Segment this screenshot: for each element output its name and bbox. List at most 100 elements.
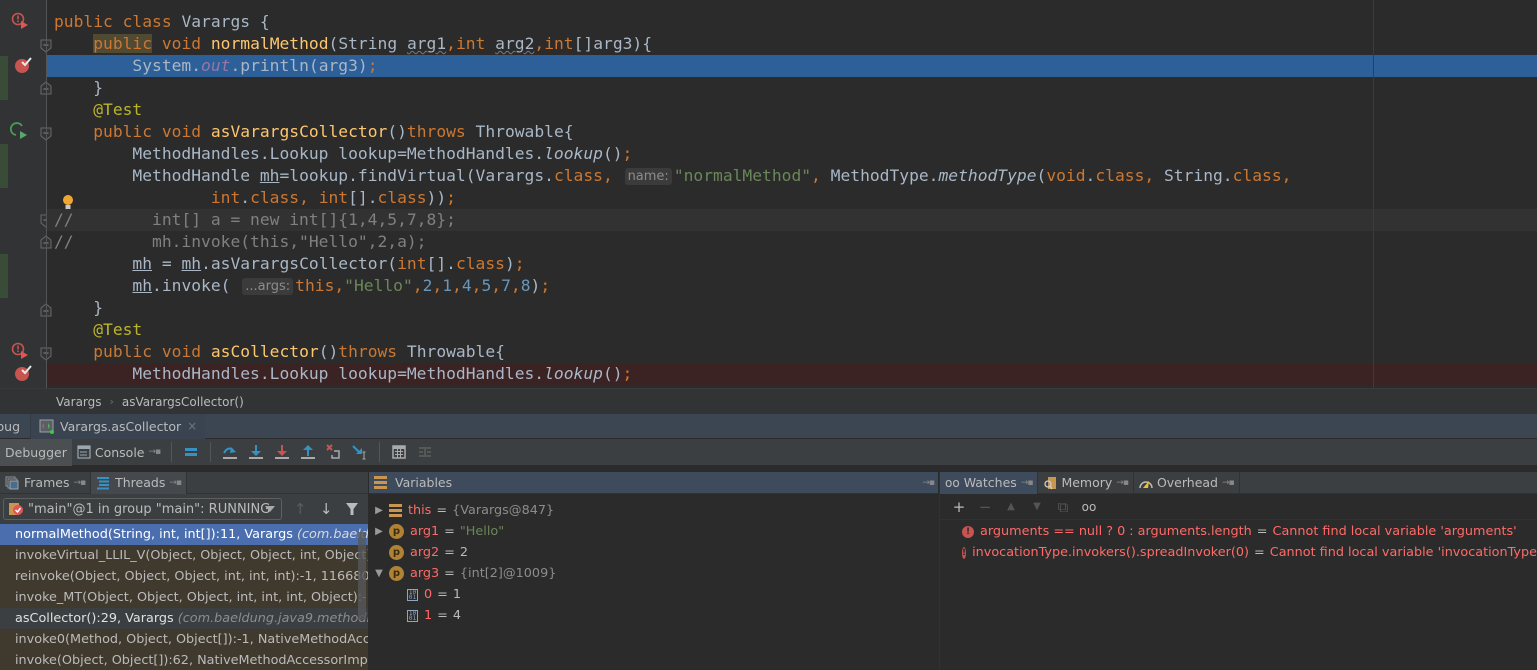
code-token: int — [397, 254, 427, 273]
parameter-icon: p — [389, 566, 404, 581]
frame-row[interactable]: invoke_MT(Object, Object, Object, int, i… — [0, 587, 368, 608]
variable-row[interactable]: ▼ p arg3 = {int[2]@1009} — [369, 563, 938, 584]
frames-header: Frames →▪ Threads →▪ — [0, 472, 368, 494]
code-line[interactable]: int.class, int[].class)); — [47, 187, 1537, 209]
expand-arrow-icon[interactable]: ▶ — [369, 521, 389, 542]
frame-row[interactable]: invoke0(Method, Object, Object[]):-1, Na… — [0, 629, 368, 650]
tab-overhead[interactable]: Overhead →▪ — [1134, 471, 1240, 494]
thread-selector-dropdown[interactable]: "main"@1 in group "main": RUNNING — [3, 498, 283, 520]
code-line[interactable]: public void asCollector()throws Throwabl… — [47, 341, 1537, 363]
watches-list[interactable]: ! arguments == null ? 0 : arguments.lengt… — [940, 520, 1537, 563]
variable-row[interactable]: ▶ p arg1 = "Hello" — [369, 521, 938, 542]
breadcrumb-method[interactable]: asVarargsCollector() — [122, 395, 244, 409]
remove-watch-button[interactable]: − — [972, 496, 998, 518]
tab-threads[interactable]: Threads →▪ — [91, 472, 187, 494]
variables-tree[interactable]: ▶ this = {Varargs@847} ▶ p arg1 = "Hello" p arg2 = 2… — [369, 494, 938, 626]
toolbar-separator — [210, 442, 212, 462]
code-line[interactable]: } — [47, 77, 1537, 99]
tab-frames[interactable]: Frames →▪ — [0, 472, 92, 494]
editor-gutter[interactable] — [0, 0, 73, 388]
equals-sign: = — [437, 608, 448, 623]
code-token: out — [201, 56, 231, 75]
move-up-button[interactable]: ▲ — [998, 496, 1024, 518]
step-into-button[interactable] — [243, 441, 269, 463]
next-frame-button[interactable]: ↓ — [313, 498, 339, 520]
breakpoint-line[interactable]: MethodHandles.Lookup lookup=MethodHandle… — [47, 363, 1537, 385]
code-line[interactable]: MethodHandles.Lookup lookup=MethodHandle… — [47, 143, 1537, 165]
watch-row[interactable]: ! invocationType.invokers().spreadInvoker… — [940, 542, 1537, 563]
variable-row[interactable]: p arg2 = 2 — [369, 542, 938, 563]
threads-icon — [97, 476, 110, 489]
frame-row[interactable]: invoke(Object, Object[]):62, NativeMetho… — [0, 650, 368, 670]
code-editor[interactable]: public class Varargs { public void norma… — [0, 0, 1537, 388]
move-down-button[interactable]: ▼ — [1024, 496, 1050, 518]
watch-row[interactable]: ! arguments == null ? 0 : arguments.lengt… — [940, 521, 1537, 542]
duplicate-watch-button[interactable]: ⧉ — [1050, 496, 1076, 518]
code-line[interactable]: mh = mh.asVarargsCollector(int[].class); — [47, 253, 1537, 275]
code-line[interactable]: @Test — [47, 319, 1537, 341]
pin-icon[interactable]: →▪ — [1021, 478, 1034, 488]
debug-session-tab[interactable]: Varargs.asCollector × — [30, 413, 206, 439]
add-watch-button[interactable]: + — [946, 496, 972, 518]
code-token: arg2 — [495, 34, 535, 53]
tab-memory[interactable]: Memory →▪ — [1038, 471, 1134, 494]
show-watches-button[interactable]: oo — [1076, 496, 1102, 518]
pin-icon[interactable]: →▪ — [149, 447, 162, 457]
variable-row[interactable]: ▶ this = {Varargs@847} — [369, 500, 938, 521]
variable-row[interactable]: 10 01 0 = 1 — [369, 584, 938, 605]
drop-frame-button[interactable] — [321, 441, 347, 463]
pin-icon[interactable]: →▪ — [1116, 478, 1129, 488]
tab-watches[interactable]: oo Watches →▪ — [940, 471, 1039, 494]
force-step-into-button[interactable] — [269, 441, 295, 463]
evaluate-expression-button[interactable] — [386, 441, 412, 463]
pin-icon[interactable]: →▪ — [73, 478, 86, 488]
code-token: ; — [446, 188, 456, 207]
pin-icon[interactable]: →▪ — [1222, 478, 1235, 488]
breadcrumb-class[interactable]: Varargs — [56, 395, 102, 409]
tab-watches-label: Watches — [963, 475, 1017, 490]
previous-frame-button[interactable]: ↑ — [287, 498, 313, 520]
trace-button[interactable] — [412, 441, 438, 463]
expand-arrow-icon[interactable]: ▶ — [369, 500, 389, 521]
code-line[interactable]: public class Varargs { — [47, 11, 1537, 33]
run-test-icon[interactable] — [10, 122, 28, 140]
run-to-cursor-button[interactable] — [347, 441, 373, 463]
code-line[interactable]: mh.invoke( ...args: this,"Hello",2,1,4,5,… — [47, 275, 1537, 297]
code-line[interactable]: } — [47, 297, 1537, 319]
close-icon[interactable]: × — [187, 419, 197, 433]
frames-list[interactable]: normalMethod(String, int, int[]):11, Var… — [0, 524, 368, 670]
variable-name: 1 — [424, 608, 433, 623]
code-line[interactable]: public void asVarargsCollector()throws T… — [47, 121, 1537, 143]
exception-breakpoint-run-icon[interactable] — [11, 342, 29, 360]
tab-console-label: Console — [94, 444, 145, 460]
code-line[interactable]: // int[] a = new int[]{1,4,5,7,8}; — [47, 209, 1537, 231]
filter-button[interactable] — [339, 498, 365, 520]
code-line[interactable]: MethodHandle mh=lookup.findVirtual(Varar… — [47, 165, 1537, 187]
step-over-button[interactable] — [217, 441, 243, 463]
breakpoint-verified-icon[interactable] — [14, 364, 32, 382]
code-token: 8 — [520, 276, 531, 295]
exception-breakpoint-run-icon[interactable] — [11, 12, 29, 30]
step-out-button[interactable] — [295, 441, 321, 463]
frame-row[interactable]: normalMethod(String, int, int[]):11, Var… — [0, 524, 368, 545]
overhead-gauge-icon — [1139, 480, 1153, 488]
frame-row[interactable]: reinvoke(Object, Object, Object, int, in… — [0, 566, 368, 587]
pin-icon[interactable]: →▪ — [169, 478, 182, 488]
pin-icon[interactable]: →▪ — [922, 478, 935, 488]
frame-row[interactable]: asCollector():29, Varargs (com.baeldung.… — [0, 608, 368, 629]
frames-scrollbar[interactable] — [358, 532, 366, 620]
execution-point-line[interactable]: System.out.println(arg3); — [47, 55, 1537, 77]
tab-debugger[interactable]: Debugger — [0, 438, 72, 466]
frame-row[interactable]: invokeVirtual_LLIL_V(Object, Object, Obj… — [0, 545, 368, 566]
code-line[interactable]: // mh.invoke(this,"Hello",2,a); — [47, 231, 1537, 253]
show-execution-point-button[interactable] — [178, 441, 204, 463]
breakpoint-verified-icon[interactable] — [14, 56, 32, 74]
code-line[interactable]: public void normalMethod(String arg1,int… — [47, 33, 1537, 55]
tab-console[interactable]: Console →▪ — [72, 439, 165, 466]
collapse-arrow-icon[interactable]: ▼ — [369, 563, 389, 584]
code-line[interactable]: @Test — [47, 99, 1537, 121]
watches-toolbar: + − ▲ ▼ ⧉ oo — [940, 494, 1537, 520]
watches-header: oo Watches →▪ Memory →▪ Overhead →▪ — [940, 471, 1537, 494]
variable-row[interactable]: 10 01 1 = 4 — [369, 605, 938, 626]
